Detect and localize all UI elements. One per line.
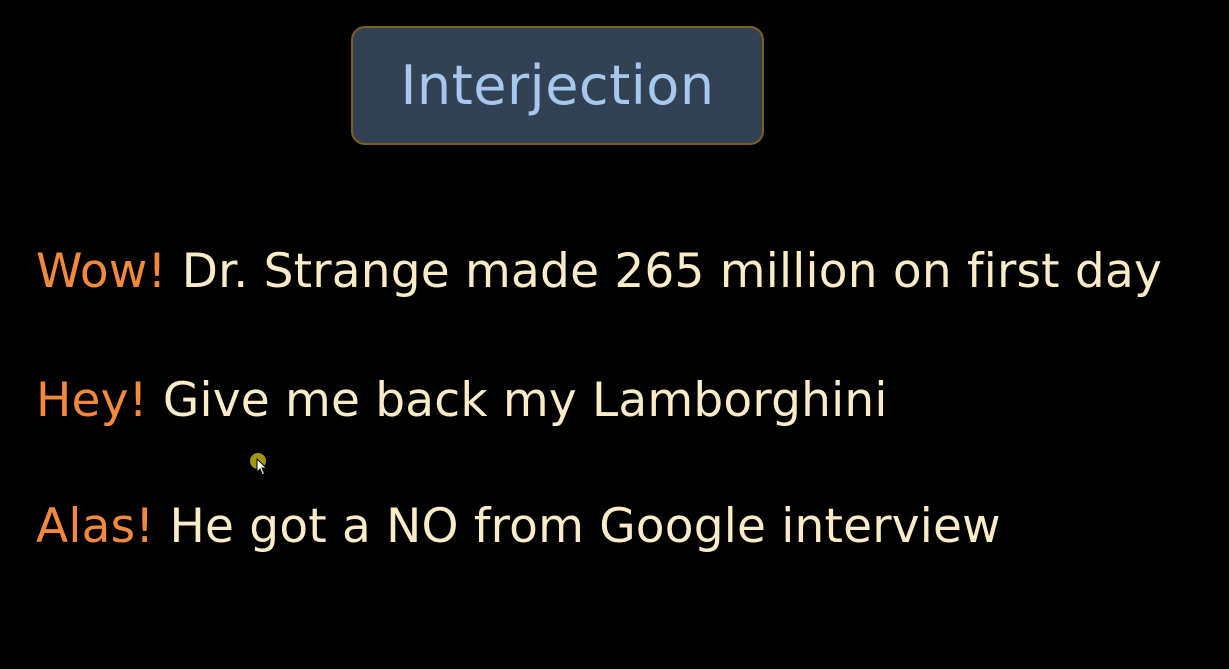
mouse-pointer-icon <box>256 458 268 476</box>
interjection-word: Alas! <box>36 499 155 554</box>
example-sentence-1: Wow! Dr. Strange made 265 million on fir… <box>36 244 1162 299</box>
slide-title: Interjection <box>400 54 715 117</box>
example-sentence-3: Alas! He got a NO from Google interview <box>36 499 1001 554</box>
title-box: Interjection <box>351 26 764 145</box>
interjection-word: Wow! <box>36 244 167 299</box>
sentence-text: Dr. Strange made 265 million on first da… <box>181 244 1162 299</box>
example-sentence-2: Hey! Give me back my Lamborghini <box>36 373 888 428</box>
slide: Interjection Wow! Dr. Strange made 265 m… <box>0 0 1229 669</box>
interjection-word: Hey! <box>36 373 148 428</box>
sentence-text: He got a NO from Google interview <box>169 499 1001 554</box>
sentence-text: Give me back my Lamborghini <box>162 373 888 428</box>
